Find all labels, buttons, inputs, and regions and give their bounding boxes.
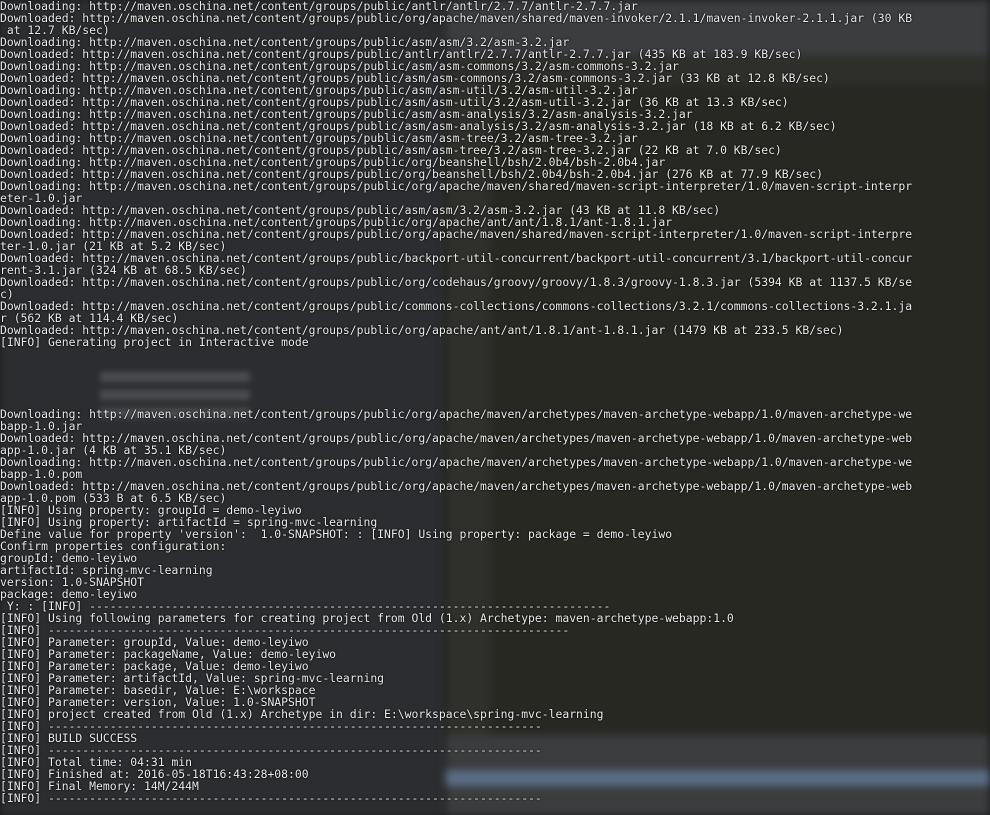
screen: Downloading: http://maven.oschina.net/co… <box>0 0 990 815</box>
console-output: Downloading: http://maven.oschina.net/co… <box>0 0 990 804</box>
console-line: Downloaded: http://maven.oschina.net/con… <box>0 11 913 25</box>
console-line: version: 1.0-SNAPSHOT <box>0 575 145 589</box>
console-line: Downloading: http://maven.oschina.net/co… <box>0 179 913 193</box>
console-line: Downloaded: http://maven.oschina.net/con… <box>0 275 913 289</box>
console-line: [INFO] ---------------------------------… <box>0 719 542 733</box>
console-line: Downloading: http://maven.oschina.net/co… <box>0 407 913 421</box>
console-line: Downloading: http://maven.oschina.net/co… <box>0 455 913 469</box>
console-line: Confirm properties configuration: <box>0 539 227 553</box>
console-line: [INFO] ---------------------------------… <box>0 791 542 805</box>
console-line: [INFO] Generating project in Interactive… <box>0 335 309 349</box>
console-line: artifactId: spring-mvc-learning <box>0 563 213 577</box>
